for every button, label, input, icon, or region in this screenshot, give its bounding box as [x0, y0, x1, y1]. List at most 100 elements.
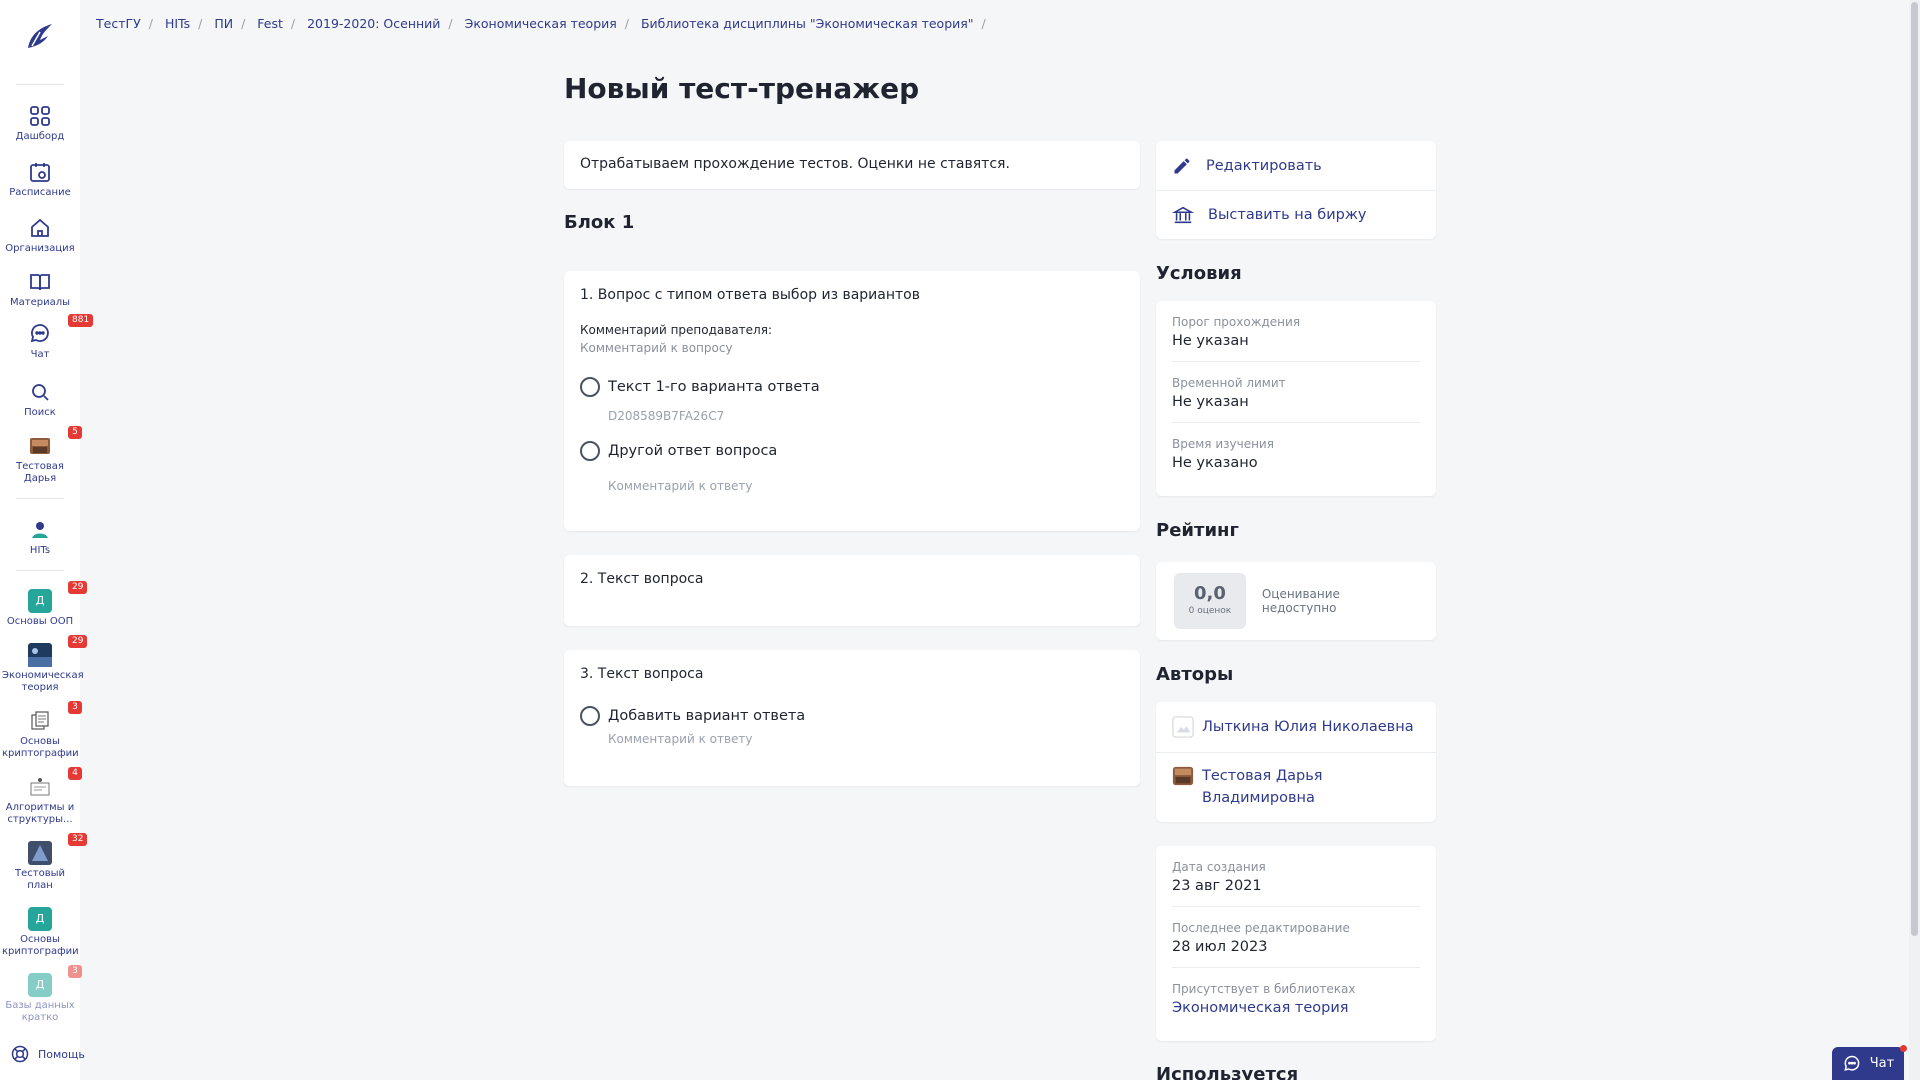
meta-row: Последнее редактирование 28 июл 2023: [1172, 906, 1420, 967]
breadcrumb-item[interactable]: Экономическая теория: [465, 16, 617, 31]
calendar-icon: [30, 163, 50, 182]
logo-icon[interactable]: [20, 18, 58, 56]
breadcrumb-item[interactable]: ТестГУ: [96, 16, 141, 31]
author-link[interactable]: Тестовая Дарья Владимировна: [1156, 752, 1436, 822]
radio-button[interactable]: [580, 441, 600, 461]
actions-card: Редактировать Выставить на биржу: [1156, 141, 1436, 239]
sidebar-item-course-test-plan[interactable]: 32 Тестовый план: [0, 833, 88, 892]
sidebar-item-label: Тестовый план: [15, 868, 65, 891]
radio-button[interactable]: [580, 377, 600, 397]
sidebar-item-course-algorithms[interactable]: 4 Алгоритмы и структуры...: [0, 767, 82, 826]
test-description: Отрабатываем прохождение тестов. Оценки …: [564, 141, 1140, 189]
edit-button[interactable]: Редактировать: [1156, 141, 1436, 190]
radio-button[interactable]: [580, 706, 600, 726]
unread-badge: 881: [68, 314, 94, 327]
sidebar-item-label: Чат: [30, 349, 50, 360]
avatar: [1172, 766, 1194, 786]
sidebar-item-label: Материалы: [10, 297, 70, 308]
sidebar-item-label: Дашборд: [15, 131, 65, 142]
breadcrumb-separator: /: [624, 16, 629, 31]
lifebuoy-icon: [11, 1045, 29, 1063]
sidebar-item-materials[interactable]: Материалы: [0, 270, 80, 309]
author-link[interactable]: Лыткина Юлия Николаевна: [1156, 702, 1436, 752]
sidebar-divider: [16, 84, 64, 85]
answer-option[interactable]: Другой ответ вопроса: [580, 441, 1124, 461]
breadcrumb-item[interactable]: 2019-2020: Осенний: [307, 16, 440, 31]
chat-button[interactable]: Чат: [1832, 1047, 1904, 1080]
breadcrumb-item[interactable]: ПИ: [214, 16, 233, 31]
page-title: Новый тест-тренажер: [564, 72, 920, 105]
course-icon: Д: [28, 589, 52, 613]
sidebar-item-course-oop[interactable]: Д 29 Основы ООП: [0, 581, 88, 628]
conditions-title: Условия: [1156, 263, 1242, 284]
notification-dot: [1900, 1045, 1907, 1052]
breadcrumb-item[interactable]: HITs: [165, 16, 190, 31]
chat-icon: [1844, 1055, 1860, 1071]
answer-option-text: Другой ответ вопроса: [608, 443, 778, 459]
rating-count: 0 оценок: [1188, 606, 1232, 616]
book-icon: [30, 274, 50, 291]
sidebar-divider: [16, 570, 64, 571]
exchange-label: Выставить на биржу: [1208, 207, 1367, 223]
scrollbar[interactable]: [1909, 0, 1920, 1080]
sidebar-item-search[interactable]: Поиск: [0, 380, 80, 419]
sidebar-item-organization[interactable]: Организация: [0, 216, 80, 255]
chat-button-label: Чат: [1869, 1056, 1895, 1071]
condition-label: Время изучения: [1172, 437, 1274, 451]
block-title: Блок 1: [564, 212, 635, 233]
authors-card: Лыткина Юлия Николаевна Тестовая Дарья В…: [1156, 702, 1436, 822]
question-card: 1. Вопрос с типом ответа выбор из вариан…: [564, 271, 1140, 531]
pencil-icon: [1174, 157, 1190, 173]
unread-badge: 4: [68, 767, 82, 780]
home-icon: [31, 218, 49, 237]
used-title: Используется: [1156, 1064, 1299, 1080]
course-image-icon: [30, 778, 50, 796]
breadcrumb-item[interactable]: Fest: [257, 16, 283, 31]
condition-row: Время изучения Не указано: [1172, 422, 1420, 483]
rating-card: 0,0 0 оценок Оценивание недоступно: [1156, 562, 1436, 640]
breadcrumb-separator: /: [448, 16, 453, 31]
sidebar-item-hits[interactable]: HITs: [0, 518, 80, 557]
answer-option[interactable]: Текст 1-го варианта ответа: [580, 377, 1124, 397]
condition-value: Не указан: [1172, 333, 1249, 349]
scrollbar-thumb[interactable]: [1911, 2, 1918, 936]
sidebar-item-profile[interactable]: 5 Тестовая Дарья: [0, 426, 82, 485]
condition-label: Порог прохождения: [1172, 315, 1301, 329]
answer-option[interactable]: Добавить вариант ответа: [580, 706, 1124, 726]
sidebar-item-dashboard[interactable]: Дашборд: [0, 104, 80, 143]
authors-title: Авторы: [1156, 664, 1234, 685]
rating-note: Оценивание недоступно: [1261, 587, 1340, 615]
condition-value: Не указано: [1172, 455, 1258, 471]
breadcrumb-separator: /: [148, 16, 153, 31]
question-card: 3. Текст вопроса Добавить вариант ответа…: [564, 650, 1140, 786]
sidebar-item-course-crypto[interactable]: 3 Основы криптографии: [0, 701, 82, 760]
bank-icon: [1172, 206, 1194, 224]
edit-label: Редактировать: [1206, 157, 1322, 174]
rating-score: 0,0 0 оценок: [1174, 573, 1246, 629]
sidebar-item-chat[interactable]: 881 Чат: [0, 314, 94, 361]
unread-badge: 29: [68, 635, 88, 648]
breadcrumb-separator: /: [241, 16, 246, 31]
hits-logo-icon: [32, 522, 48, 538]
question-title: 2. Текст вопроса: [580, 571, 704, 587]
sidebar: Дашборд Расписание Организация Материалы…: [0, 0, 94, 1080]
sidebar-item-label: Основы ООП: [6, 616, 74, 627]
meta-value: 28 июл 2023: [1172, 939, 1268, 955]
exchange-button[interactable]: Выставить на биржу: [1156, 190, 1436, 239]
breadcrumb-item[interactable]: Библиотека дисциплины "Экономическая тео…: [641, 16, 974, 31]
sidebar-item-course-databases[interactable]: Д 3 Базы данных кратко: [0, 965, 82, 1024]
breadcrumb-separator: /: [290, 16, 296, 31]
help-link[interactable]: Помощь: [10, 1044, 85, 1064]
sidebar-item-schedule[interactable]: Расписание: [0, 160, 80, 199]
sidebar-item-course-crypto-2[interactable]: Д Основы криптографии: [0, 907, 80, 958]
condition-row: Порог прохождения Не указан: [1172, 301, 1420, 361]
sidebar-item-label: Тестовая Дарья: [16, 461, 64, 484]
grid-icon: [30, 106, 50, 126]
library-link[interactable]: Экономическая теория: [1172, 1000, 1420, 1016]
answer-option-text: Добавить вариант ответа: [608, 708, 806, 724]
condition-row: Временной лимит Не указан: [1172, 361, 1420, 422]
sidebar-divider: [16, 498, 64, 499]
teacher-comment: Комментарий к вопросу: [580, 341, 733, 355]
answer-option-comment: Комментарий к ответу: [608, 479, 753, 493]
sidebar-item-course-economics[interactable]: 29 Экономическая теория: [0, 635, 88, 694]
